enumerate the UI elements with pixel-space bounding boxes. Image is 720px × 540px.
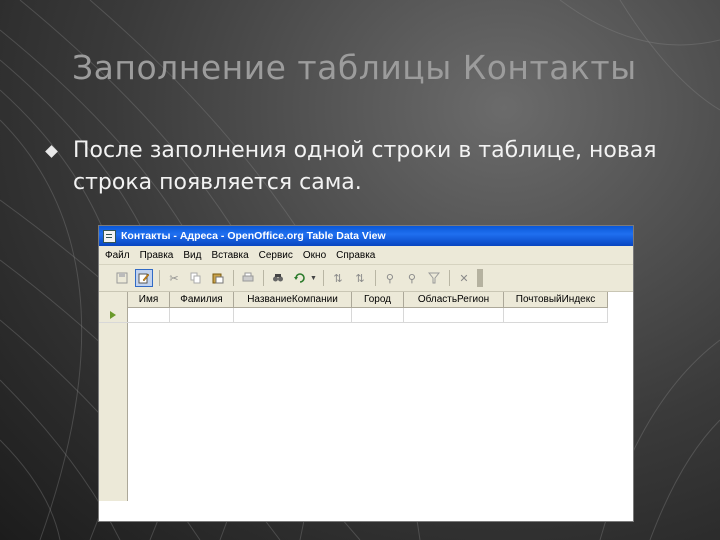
standard-filter-icon[interactable]: ⚲ [403,269,421,287]
window-titlebar[interactable]: Контакты - Адреса - OpenOffice.org Table… [99,226,633,246]
column-header-region[interactable]: ОбластьРегион [404,292,504,307]
bullet-text: После заполнения одной строки в таблице,… [73,138,657,195]
delete-record-icon[interactable]: ✕ [455,269,473,287]
menu-edit[interactable]: Правка [140,250,174,261]
toolbar-overflow-handle[interactable] [476,269,483,287]
data-grid: Имя Фамилия НазваниеКомпании Город Облас… [99,292,633,501]
current-row-arrow-icon [110,311,116,319]
cell-postal-code[interactable] [504,308,608,322]
menu-bar: Файл Правка Вид Вставка Сервис Окно Спра… [99,246,633,265]
save-icon[interactable] [113,269,131,287]
table-data-view-window: Контакты - Адреса - OpenOffice.org Table… [98,225,634,522]
slide-title: Заполнение таблицы Контакты [72,48,637,87]
sort-ascending-icon[interactable]: ⇅ [329,269,347,287]
toolbar: ✂ ▼ ⇅ ⇅ ⚲ ⚲ ✕ [99,265,633,292]
menu-window[interactable]: Окно [303,250,326,261]
row-header-column [99,307,128,501]
table-view-icon [103,229,116,243]
table-row[interactable] [99,308,608,323]
find-icon[interactable] [269,269,287,287]
menu-insert[interactable]: Вставка [211,250,248,261]
cell-region[interactable] [404,308,504,322]
autofilter-icon[interactable]: ⚲ [381,269,399,287]
column-header-city[interactable]: Город [352,292,404,307]
toolbar-separator [159,270,160,286]
sort-descending-icon[interactable]: ⇅ [351,269,369,287]
toolbar-separator [233,270,234,286]
column-header-company[interactable]: НазваниеКомпании [234,292,352,307]
row-header-corner[interactable] [99,292,128,307]
print-icon[interactable] [239,269,257,287]
menu-tools[interactable]: Сервис [259,250,293,261]
menu-file[interactable]: Файл [105,250,130,261]
paste-icon[interactable] [209,269,227,287]
column-header-last-name[interactable]: Фамилия [170,292,234,307]
toolbar-separator [322,270,324,286]
toolbar-separator [263,270,264,286]
toolbar-separator [374,270,376,286]
cell-first-name[interactable] [128,308,170,322]
refresh-icon[interactable] [291,269,309,287]
menu-help[interactable]: Справка [336,250,375,261]
cell-city[interactable] [352,308,404,322]
grid-header-row: Имя Фамилия НазваниеКомпании Город Облас… [99,292,608,308]
toolbar-separator [448,270,450,286]
cell-last-name[interactable] [170,308,234,322]
menu-view[interactable]: Вид [183,250,201,261]
chevron-down-icon[interactable]: ▼ [310,275,317,282]
copy-icon[interactable] [187,269,205,287]
cell-company[interactable] [234,308,352,322]
cut-icon[interactable]: ✂ [165,269,183,287]
window-title: Контакты - Адреса - OpenOffice.org Table… [121,230,386,242]
column-header-first-name[interactable]: Имя [128,292,170,307]
edit-icon[interactable] [135,269,153,287]
column-header-postal-code[interactable]: ПочтовыйИндекс [504,292,608,307]
apply-filter-icon[interactable] [425,269,443,287]
row-selector[interactable] [99,308,128,322]
